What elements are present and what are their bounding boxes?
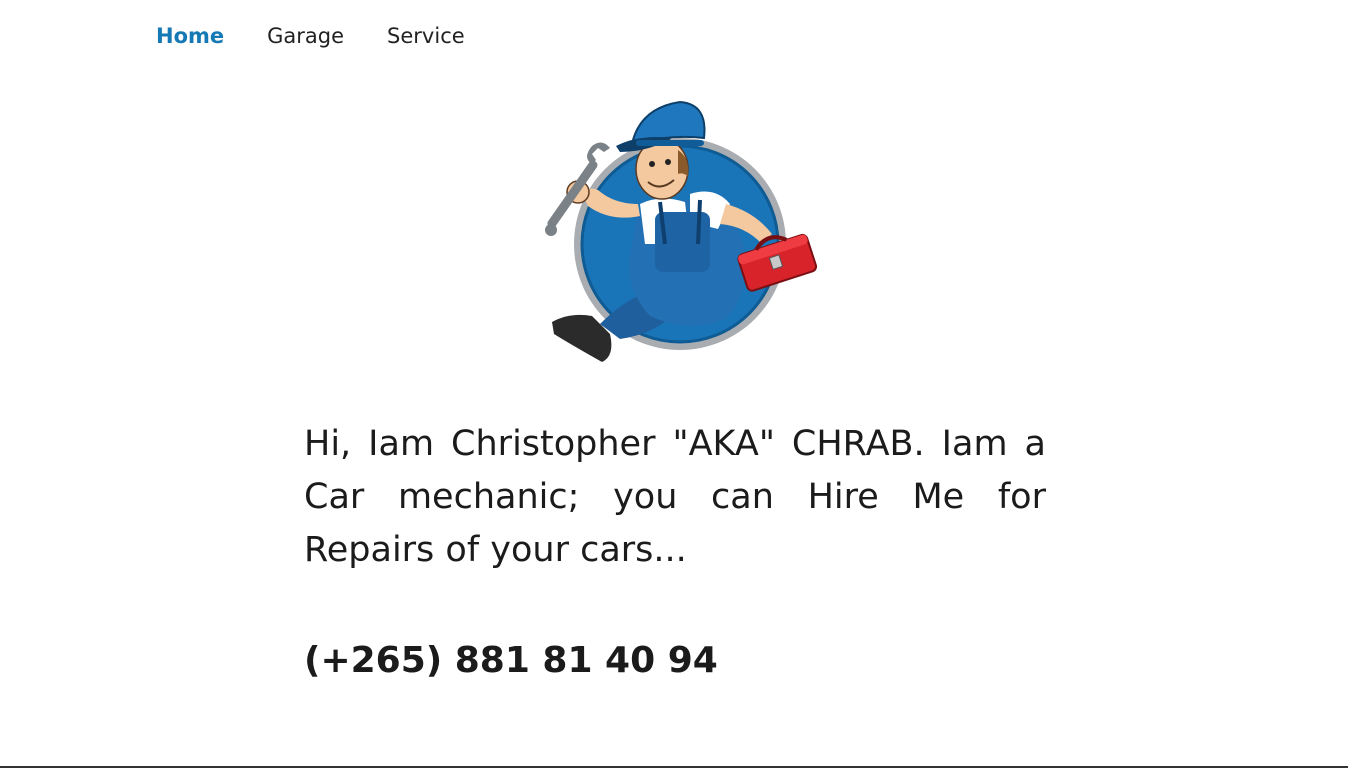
nav-home-link[interactable]: Home (156, 24, 224, 48)
nav-garage-link[interactable]: Garage (267, 24, 344, 48)
mechanic-mascot-icon (545, 100, 818, 362)
main-nav: Home Garage Service (156, 24, 465, 48)
phone-number: (+265) 881 81 40 94 (304, 640, 718, 681)
intro-text: Hi, Iam Christopher "AKA" CHRAB. Iam a C… (304, 424, 1046, 570)
nav-service-link[interactable]: Service (387, 24, 465, 48)
